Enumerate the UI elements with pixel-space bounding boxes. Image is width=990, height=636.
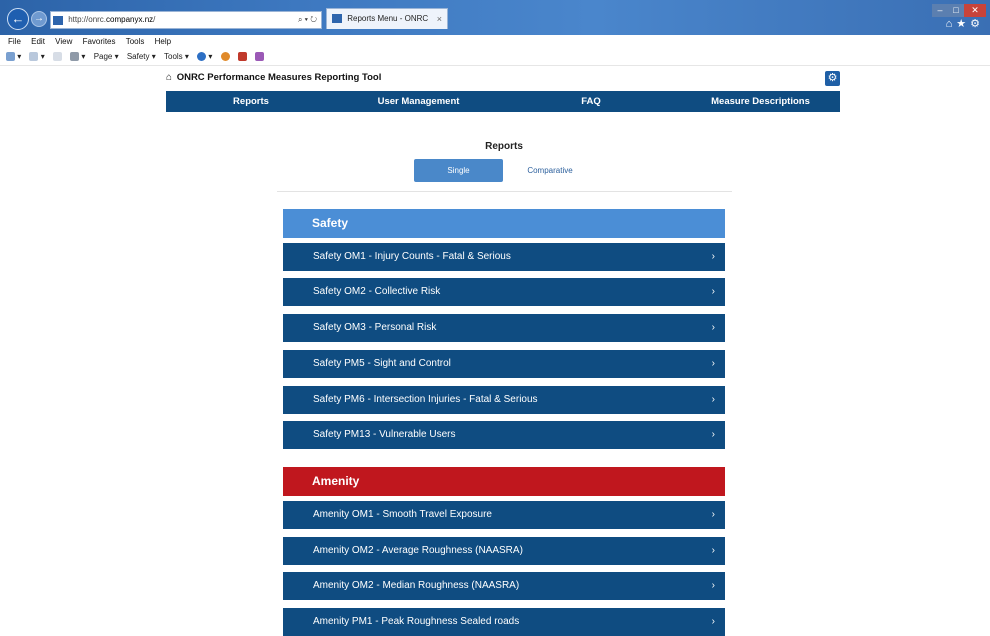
address-search-refresh-icons[interactable]: ⌕ ▾ ↻ [298,12,317,28]
section-header-amenity[interactable]: Amenity [283,467,725,496]
nav-reports[interactable]: Reports [166,91,336,112]
reports-heading: Reports [485,141,523,152]
settings-browser-icon[interactable]: ⚙ [970,18,984,30]
settings-gear-button[interactable]: ⚙ [825,71,840,86]
forward-button[interactable]: → [31,11,47,27]
browser-commandbar: ▾ ▾ ▾ Page ▾ Safety ▾ Tools ▾ ▾ [0,49,990,66]
report-item-safety-om2[interactable]: Safety OM2 - Collective Risk › [283,278,725,306]
report-item-label: Amenity OM2 - Median Roughness (NAASRA) [313,580,520,591]
extension-icon-1[interactable] [220,49,230,65]
menu-edit[interactable]: Edit [31,37,45,46]
report-item-label: Safety OM1 - Injury Counts - Fatal & Ser… [313,251,511,262]
nav-faq[interactable]: FAQ [501,91,681,112]
report-item-safety-pm5[interactable]: Safety PM5 - Sight and Control › [283,350,725,378]
menu-view[interactable]: View [55,37,72,46]
menu-favorites[interactable]: Favorites [83,37,116,46]
print-command-icon[interactable]: ▾ [70,49,85,65]
address-bar[interactable]: http://onrc.companyx.nz/ ⌕ ▾ ↻ [50,11,322,29]
browser-tab-active[interactable]: Reports Menu - ONRC Perf... × [326,8,448,43]
minimize-icon[interactable]: – [932,4,948,17]
extension-icon-2[interactable] [237,49,247,65]
toggle-single[interactable]: Single [414,159,503,182]
nav-user-management[interactable]: User Management [336,91,501,112]
chevron-right-icon: › [711,251,715,262]
menu-file[interactable]: File [8,37,21,46]
chevron-right-icon: › [711,580,715,591]
report-item-amenity-om1[interactable]: Amenity OM1 - Smooth Travel Exposure › [283,501,725,529]
menu-help[interactable]: Help [155,37,171,46]
report-item-label: Safety PM6 - Intersection Injuries - Fat… [313,394,538,405]
report-item-label: Safety OM3 - Personal Risk [313,322,437,333]
app-title-text: ONRC Performance Measures Reporting Tool [176,72,382,83]
chevron-right-icon: › [711,394,715,405]
window-controls: – □ ✕ [932,0,986,17]
favorites-star-icon[interactable]: ★ [956,18,970,30]
forward-arrow-icon: → [34,13,44,24]
mail-command-icon[interactable] [52,49,62,65]
report-item-label: Amenity OM2 - Average Roughness (NAASRA) [313,545,523,556]
browser-menubar: File Edit View Favorites Tools Help [0,35,990,49]
menu-tools[interactable]: Tools [126,37,145,46]
gear-icon: ⚙ [827,72,838,84]
divider [277,191,732,192]
report-item-amenity-om2-median[interactable]: Amenity OM2 - Median Roughness (NAASRA) › [283,572,725,600]
report-item-amenity-pm1[interactable]: Amenity PM1 - Peak Roughness Sealed road… [283,608,725,636]
close-window-icon[interactable]: ✕ [964,4,986,17]
report-item-safety-pm13[interactable]: Safety PM13 - Vulnerable Users › [283,421,725,449]
page-command[interactable]: Page ▾ [94,49,119,65]
tab-close-icon[interactable]: × [437,9,442,29]
chevron-right-icon: › [711,429,715,440]
browser-right-icons: ⌂★⚙ [946,17,984,30]
help-command-icon[interactable]: ▾ [197,49,212,65]
site-favicon-icon [53,15,63,25]
back-button[interactable]: ← [7,8,29,30]
report-item-label: Safety PM5 - Sight and Control [313,358,451,369]
report-item-label: Amenity PM1 - Peak Roughness Sealed road… [313,616,520,627]
feeds-command-icon[interactable]: ▾ [29,49,45,65]
toggle-comparative[interactable]: Comparative [511,159,589,182]
chevron-right-icon: › [711,286,715,297]
report-item-label: Amenity OM1 - Smooth Travel Exposure [313,509,492,520]
safety-command[interactable]: Safety ▾ [127,49,156,65]
home-browser-icon[interactable]: ⌂ [946,18,957,30]
tab-favicon-icon [332,14,342,24]
report-item-safety-om1[interactable]: Safety OM1 - Injury Counts - Fatal & Ser… [283,243,725,271]
extension-icon-3[interactable] [255,49,265,65]
chevron-right-icon: › [711,509,715,520]
tools-command[interactable]: Tools ▾ [164,49,189,65]
chevron-right-icon: › [711,322,715,333]
report-item-label: Safety OM2 - Collective Risk [313,286,441,297]
browser-titlebar: ← → http://onrc.companyx.nz/ ⌕ ▾ ↻ Repor… [0,0,990,43]
chevron-right-icon: › [711,616,715,627]
nav-measure-descriptions[interactable]: Measure Descriptions [681,91,840,112]
main-nav: Reports User Management FAQ Measure Desc… [166,91,840,112]
address-url[interactable]: http://onrc.companyx.nz/ [68,15,155,24]
app-title: ⌂ ONRC Performance Measures Reporting To… [166,72,381,83]
chevron-right-icon: › [711,545,715,556]
report-item-label: Safety PM13 - Vulnerable Users [313,429,456,440]
back-arrow-icon: ← [11,11,25,26]
home-command-icon[interactable]: ▾ [6,49,21,65]
report-item-safety-pm6[interactable]: Safety PM6 - Intersection Injuries - Fat… [283,386,725,414]
home-icon[interactable]: ⌂ [166,72,172,83]
maximize-icon[interactable]: □ [948,4,964,17]
report-item-safety-om3[interactable]: Safety OM3 - Personal Risk › [283,314,725,342]
report-item-amenity-om2-average[interactable]: Amenity OM2 - Average Roughness (NAASRA)… [283,537,725,565]
chevron-right-icon: › [711,358,715,369]
section-header-safety[interactable]: Safety [283,209,725,238]
